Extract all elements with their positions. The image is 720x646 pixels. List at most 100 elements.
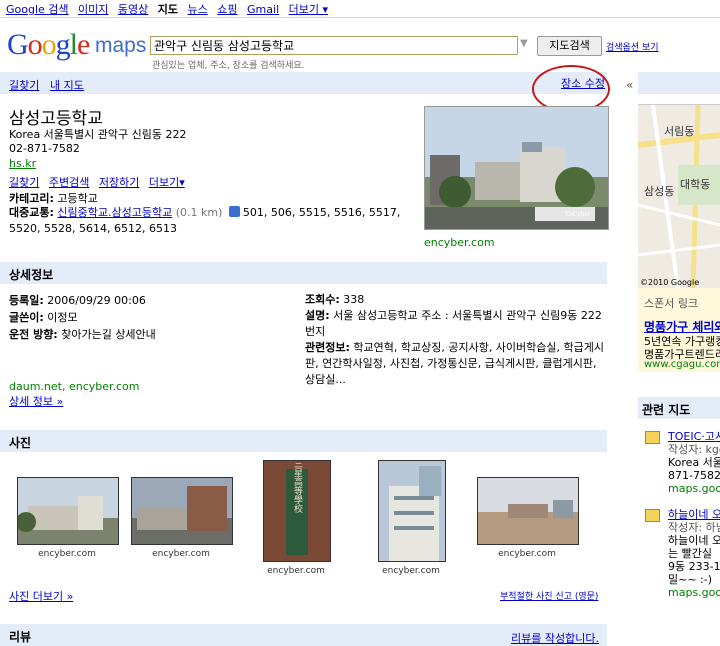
views-label: 조회수: [305, 293, 340, 306]
reg-date-value: 2006/09/29 00:06 [47, 294, 146, 307]
related-map-line-2c: 9동 233-11 [668, 560, 720, 573]
map-label-samseong: 삼성동 [644, 185, 674, 198]
related-map-author-1: 작성자: kgo [668, 443, 720, 456]
nav-gmail[interactable]: Gmail [247, 3, 279, 16]
bus-icon [228, 206, 240, 217]
related-map-line-1b: 871-7582. [668, 469, 720, 482]
sponsored-url: www.cgagu.com [644, 359, 720, 370]
transit-distance: (0.1 km) [175, 206, 223, 219]
photo-thumb-5[interactable] [477, 477, 579, 545]
map-label-seorim: 서림동 [664, 125, 694, 138]
category-value: 고등학교 [57, 192, 98, 205]
related-map-item-2: 하늘이네 오 작성자: 하님 하늘이네 오 는 빨간실 9동 233-11 밀~… [668, 508, 720, 599]
directions-link[interactable]: 길찾기 [9, 77, 39, 93]
author-value: 이정모 [47, 311, 78, 324]
place-address: Korea 서울특별시 관악구 신림동 222 [9, 128, 187, 141]
place-main-photo[interactable]: EnCyber [424, 106, 609, 230]
nav-shopping[interactable]: 쇼핑 [217, 3, 237, 16]
nav-more[interactable]: 더보기 ▾ [289, 3, 328, 16]
related-info-value: 학교연혁, 학교상징, 공지사항, 사이버학습실, 학급게시판, 연간학사일정,… [305, 341, 605, 386]
map-label-daehak: 대학동 [680, 178, 710, 191]
details-source: daum.net, encyber.com [9, 380, 140, 393]
collapse-panel-icon[interactable]: « [626, 78, 633, 92]
related-maps-heading: 관련 지도 [642, 403, 691, 417]
details-section-header: 상세정보 [0, 262, 607, 284]
transit-label: 대중교통: [9, 206, 54, 219]
photos-heading: 사진 [9, 436, 32, 450]
search-hint: 관심있는 업체, 주소, 장소를 검색하세요. [152, 61, 305, 71]
desc-value: 서울 삼성고등학교 주소 : 서울특별시 관악구 신림9동 222번지 [305, 309, 602, 338]
photo-thumb-3[interactable]: 三星高等學校 [263, 460, 331, 562]
photo-caption-4: encyber.com [382, 566, 440, 576]
map-item-icon [645, 509, 660, 522]
nav-maps-current: 지도 [157, 3, 179, 16]
related-map-line-2b: 는 빨간실 [668, 547, 712, 560]
related-map-item-1: TOEIC·고시원 작성자: kgo Korea 서울 871-7582. ma… [668, 430, 720, 495]
save-action[interactable]: 저장하기 [99, 176, 139, 189]
photo-thumb-1[interactable] [17, 477, 119, 545]
search-nearby-action[interactable]: 주변검색 [49, 176, 89, 189]
route-value: 찾아가는길 상세안내 [61, 328, 156, 341]
more-photos-link[interactable]: 사진 더보기 » [9, 588, 73, 604]
details-right: 조회수: 338 설명: 서울 삼성고등학교 주소 : 서울특별시 관악구 신림… [305, 292, 605, 388]
photo-thumb-2[interactable] [131, 477, 233, 545]
related-map-title-1[interactable]: TOEIC·고시원 [668, 430, 720, 443]
directions-action[interactable]: 길찾기 [9, 176, 39, 189]
search-dropdown-icon[interactable]: ▼ [520, 38, 532, 52]
related-map-url-1: maps.googl [668, 482, 720, 495]
google-logo[interactable]: Google [7, 28, 90, 62]
search-options-link[interactable]: 검색옵션 보기 [606, 40, 659, 53]
sponsored-label: 스폰서 링크 [644, 297, 699, 310]
related-maps-header: 관련 지도 [638, 397, 720, 419]
photo-watermark: EnCyber [565, 210, 591, 218]
author-label: 글쓴이: [9, 311, 44, 324]
details-left: 등록일: 2006/09/29 00:06 글쓴이: 이정모 운전 방향: 찾아… [9, 292, 156, 343]
top-navigation: Google 검색 이미지 동영상 지도 뉴스 쇼핑 Gmail 더보기 ▾ [6, 1, 334, 17]
top-divider [0, 17, 720, 18]
place-website-link[interactable]: hs.kr [9, 157, 36, 170]
map-item-icon [645, 431, 660, 444]
more-action[interactable]: 더보기▾ [149, 176, 185, 189]
my-maps-link[interactable]: 내 지도 [50, 77, 84, 93]
nav-news[interactable]: 뉴스 [188, 3, 208, 16]
nav-videos[interactable]: 동영상 [118, 3, 148, 16]
transit-station-link[interactable]: 신림중학교.삼성고등학교 [57, 206, 172, 219]
school-sign-text: 三星高等學校 [292, 461, 303, 514]
related-map-url-2: maps.googl [668, 586, 720, 599]
photos-section-header: 사진 [0, 430, 607, 452]
maps-logo-text: maps [95, 34, 147, 57]
reviews-heading: 리뷰 [9, 630, 32, 644]
nav-web-search[interactable]: Google 검색 [6, 3, 69, 16]
related-map-line-1a: Korea 서울 [668, 456, 720, 469]
place-transit: 대중교통: 신림중학교.삼성고등학교 (0.1 km) 501, 506, 55… [9, 205, 414, 237]
related-map-author-2: 작성자: 하님 [668, 521, 720, 534]
nav-images[interactable]: 이미지 [78, 3, 108, 16]
views-value: 338 [343, 293, 365, 306]
map-copyright: ©2010 Google [640, 278, 699, 287]
search-maps-button[interactable]: 지도검색 [537, 36, 602, 56]
desc-label: 설명: [305, 309, 330, 322]
photo-thumb-4[interactable] [378, 460, 446, 562]
category-label: 카테고리: [9, 192, 54, 205]
related-map-line-2a: 하늘이네 오 [668, 534, 720, 547]
photo-caption-3: encyber.com [267, 566, 325, 576]
map-tab-bar [638, 72, 720, 94]
related-map-title-2[interactable]: 하늘이네 오 [668, 508, 720, 521]
related-info-label: 관련정보: [305, 341, 350, 354]
related-map-line-2d: 밀~~ :-) [668, 573, 713, 586]
place-phone: 02-871-7582 [9, 142, 80, 155]
map-view[interactable]: 서림동 대학동 삼성동 ©2010 Google [638, 104, 720, 289]
panel-tab-bar [0, 72, 607, 94]
report-photo-link[interactable]: 부적절한 사진 신고 (영문) [500, 589, 598, 602]
place-actions: 길찾기 주변검색 저장하기 더보기▾ [9, 174, 191, 190]
main-photo-caption: encyber.com [424, 236, 495, 249]
place-category: 카테고리: 고등학교 [9, 190, 98, 206]
photo-caption-5: encyber.com [498, 549, 556, 559]
more-details-link[interactable]: 상세 정보 » [9, 393, 63, 409]
photo-caption-2: encyber.com [152, 549, 210, 559]
write-review-link[interactable]: 리뷰를 작성합니다. [511, 630, 599, 646]
route-label: 운전 방향: [9, 328, 58, 341]
search-input[interactable]: 관악구 신림동 삼성고등학교 [150, 36, 518, 55]
photo-caption-1: encyber.com [38, 549, 96, 559]
details-heading: 상세정보 [9, 268, 54, 282]
